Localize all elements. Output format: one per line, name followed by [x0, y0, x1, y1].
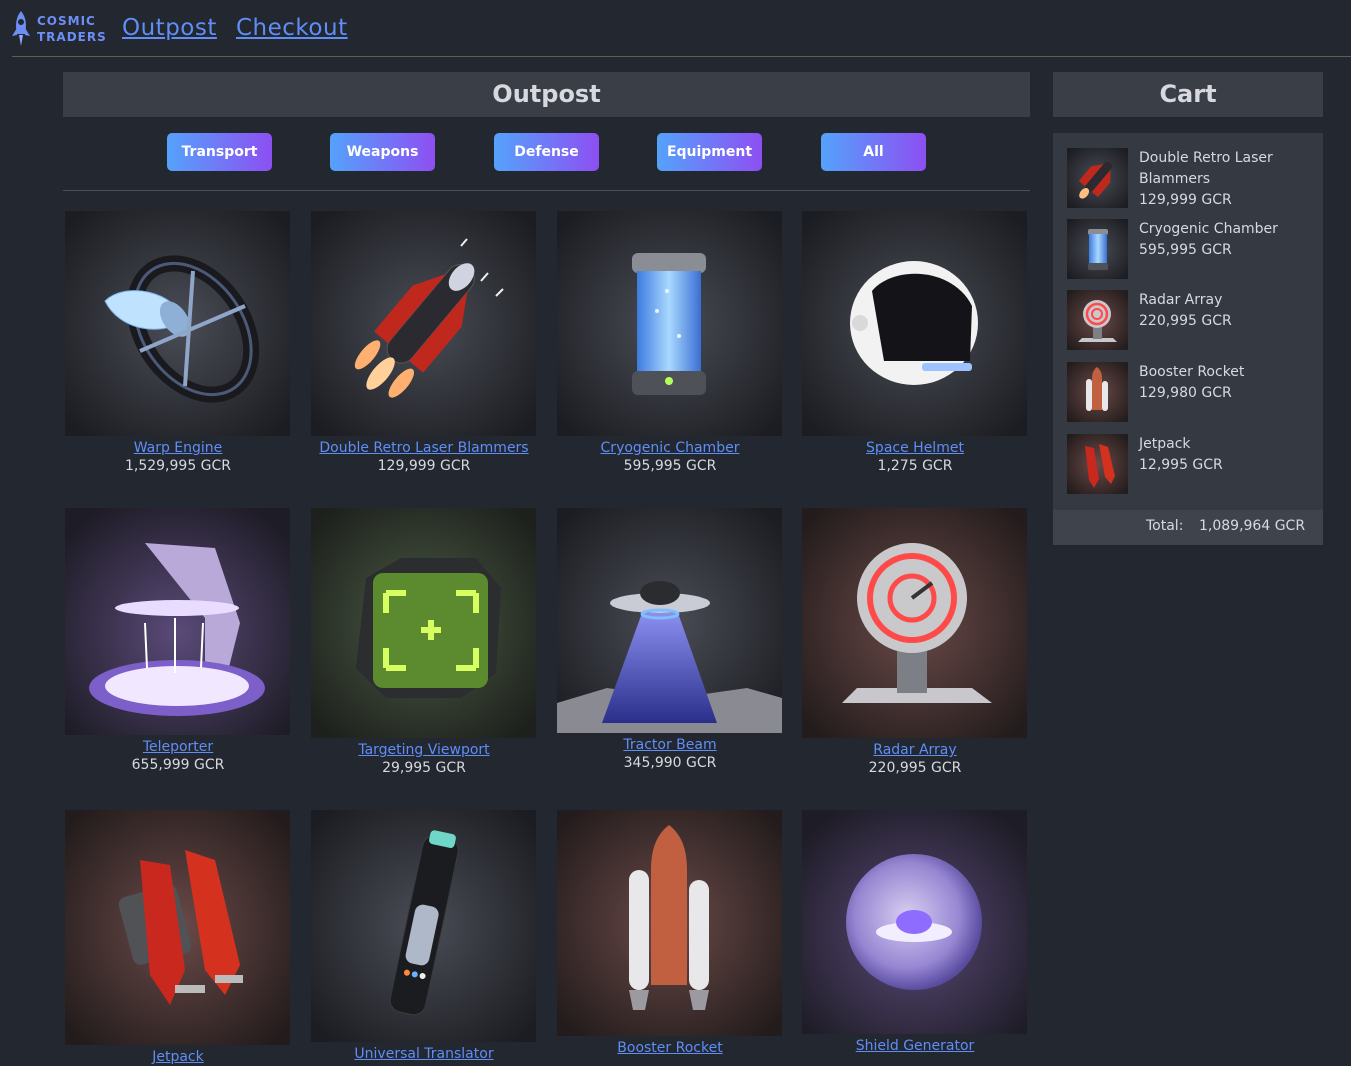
cart-panel: Double Retro Laser Blammers 129,999 GCR … [1053, 133, 1323, 545]
cryogenic-chamber-image[interactable] [557, 211, 782, 436]
cart-title: Cart [1053, 72, 1323, 117]
universal-translator-image[interactable] [311, 810, 536, 1042]
cart-item-thumbnail [1067, 219, 1128, 279]
cart-item-price: 129,980 GCR [1139, 385, 1232, 401]
cart-item-price: 12,995 GCR [1139, 457, 1223, 473]
product-price: 345,990 GCR [623, 755, 717, 771]
tractor-beam-image[interactable] [557, 508, 782, 733]
product-card: Warp Engine 1,529,995 GCR [65, 211, 291, 476]
cart-item-thumbnail [1067, 148, 1128, 208]
filters-divider [63, 190, 1030, 191]
product-name-link[interactable]: Cryogenic Chamber [557, 439, 783, 457]
brand-name: COSMIC TRADERS [37, 13, 107, 45]
radar-array-image[interactable] [802, 508, 1027, 738]
brand-logo[interactable]: COSMIC TRADERS [10, 10, 107, 48]
product-name-link[interactable]: Teleporter [65, 738, 291, 756]
cart-item-name: Jetpack [1139, 436, 1191, 452]
product-name-link[interactable]: Double Retro Laser Blammers [311, 439, 537, 457]
product-price: 595,995 GCR [623, 458, 717, 474]
product-name-link[interactable]: Tractor Beam [557, 736, 783, 754]
product-name-link[interactable]: Space Helmet [802, 439, 1028, 457]
cart-item-thumbnail [1067, 290, 1128, 350]
cart-item-name: Booster Rocket [1139, 364, 1245, 380]
cart-item-thumbnail [1067, 434, 1128, 494]
product-card: Cryogenic Chamber 595,995 GCR [557, 211, 783, 476]
product-price: 655,999 GCR [131, 757, 225, 773]
warp-engine-image[interactable] [65, 211, 290, 436]
header-divider [12, 56, 1351, 57]
cart-item-name: Cryogenic Chamber [1139, 221, 1278, 237]
product-card: Double Retro Laser Blammers 129,999 GCR [311, 211, 537, 476]
cart-item-price: 595,995 GCR [1139, 242, 1232, 258]
cart-item-thumbnail [1067, 362, 1128, 422]
product-name-link[interactable]: Shield Generator [802, 1037, 1028, 1055]
cart-total: Total: 1,089,964 GCR [1053, 510, 1323, 545]
product-price: 1,529,995 GCR [124, 458, 232, 474]
shield-generator-image[interactable] [802, 810, 1027, 1034]
product-card: Jetpack [65, 810, 291, 1066]
product-name-link[interactable]: Warp Engine [65, 439, 291, 457]
product-price: 1,275 GCR [877, 458, 953, 474]
brand-line2: TRADERS [37, 30, 107, 44]
product-card: Radar Array 220,995 GCR [802, 508, 1028, 778]
product-card: Tractor Beam 345,990 GCR [557, 508, 783, 773]
product-name-link[interactable]: Targeting Viewport [311, 741, 537, 759]
product-name-link[interactable]: Radar Array [802, 741, 1028, 759]
cart-item-name: Double Retro Laser Blammers [1139, 150, 1273, 187]
page-title: Outpost [63, 72, 1030, 117]
filter-all-button[interactable]: All [821, 133, 926, 171]
teleporter-image[interactable] [65, 508, 290, 735]
product-price: 220,995 GCR [868, 760, 962, 776]
nav-outpost-link[interactable]: Outpost [122, 15, 217, 41]
product-card: Booster Rocket [557, 810, 783, 1057]
brand-line1: COSMIC [37, 14, 96, 28]
laser-blammers-image[interactable] [311, 211, 536, 436]
product-card: Targeting Viewport 29,995 GCR [311, 508, 537, 778]
product-name-link[interactable]: Universal Translator [311, 1045, 537, 1063]
cart-item-price: 220,995 GCR [1139, 313, 1232, 329]
product-card: Space Helmet 1,275 GCR [802, 211, 1028, 476]
rocket-icon [12, 11, 30, 46]
cart-total-label: Total: [1146, 518, 1184, 534]
cart-item-name: Radar Array [1139, 292, 1223, 308]
product-name-link[interactable]: Jetpack [65, 1048, 291, 1066]
product-price: 29,995 GCR [382, 760, 466, 776]
jetpack-image[interactable] [65, 810, 290, 1045]
targeting-viewport-image[interactable] [311, 508, 536, 738]
product-card: Shield Generator [802, 810, 1028, 1055]
product-card: Universal Translator [311, 810, 537, 1063]
product-price: 129,999 GCR [377, 458, 471, 474]
filter-transport-button[interactable]: Transport [167, 133, 272, 171]
cart-total-value: 1,089,964 GCR [1199, 518, 1306, 534]
filter-equipment-button[interactable]: Equipment [657, 133, 762, 171]
product-card: Teleporter 655,999 GCR [65, 508, 291, 775]
booster-rocket-image[interactable] [557, 810, 782, 1036]
cart-item-price: 129,999 GCR [1139, 192, 1232, 208]
filter-weapons-button[interactable]: Weapons [330, 133, 435, 171]
space-helmet-image[interactable] [802, 211, 1027, 436]
nav-checkout-link[interactable]: Checkout [236, 15, 348, 41]
filter-defense-button[interactable]: Defense [494, 133, 599, 171]
product-name-link[interactable]: Booster Rocket [557, 1039, 783, 1057]
top-navigation: COSMIC TRADERS Outpost Checkout [0, 0, 1351, 56]
